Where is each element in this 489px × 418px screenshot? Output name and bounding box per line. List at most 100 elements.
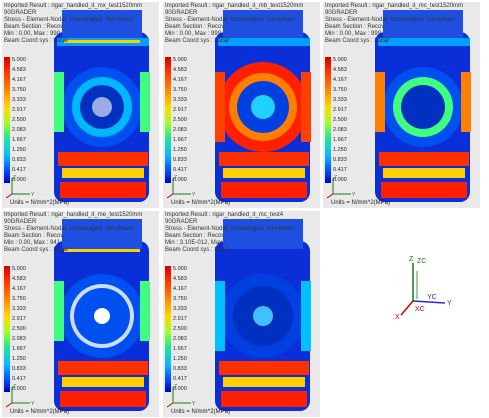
axis-label-x: X [395,314,400,321]
stress-legend: 5.000 4.583 4.167 3.750 3.333 2.917 2.50… [4,266,44,396]
axis-label-z: Z [174,175,177,181]
beam-section: Beam Section : Recov [325,24,385,30]
legend-value: 4.583 [12,276,26,282]
legend-value: 3.750 [12,296,26,302]
min-max: Min : 0.00, Max : 990 [4,31,61,37]
legend-value: 1.667 [173,137,187,143]
min-max: Min : 0.00, Max : 941 [4,240,61,246]
results-grid: Imported Result : rigar_handled_it_mx_te… [0,0,489,418]
stress-legend: 5.000 4.583 4.167 3.750 3.333 2.917 2.50… [4,57,44,187]
axis-label-z: Z [174,384,177,390]
legend-colorbar [165,266,171,392]
beam-section: Beam Section : Recov [165,233,225,239]
coord-sys: Beam Coord sys : Local [165,247,229,253]
axis-label-yc: YC [427,294,437,301]
result-subcase: 90GRADER [165,10,198,16]
coord-sys: Beam Coord sys : Local [4,247,68,253]
units-label: Units = N/mm^2(MPa) [171,200,230,206]
legend-value: 2.500 [333,117,347,123]
legend-value: 1.250 [173,147,187,153]
axis-label-z: Z [13,175,16,181]
axis-label-y: Y [352,192,356,198]
result-subcase: 90GRADER [4,10,37,16]
legend-value: 1.250 [12,147,26,153]
axis-triad: Z Y [166,384,196,408]
result-viewport-2[interactable]: Imported Result : rigar_handled_it_mb_te… [163,2,320,208]
legend-value: 5.000 [333,57,347,63]
beam-section: Beam Section : Recov [4,233,64,239]
legend-value: 0.833 [12,366,26,372]
stress-legend: 5.000 4.583 4.167 3.750 3.333 2.917 2.50… [165,57,205,187]
legend-value: 3.333 [173,306,187,312]
legend-value: 0.833 [333,157,347,163]
legend-value: 4.167 [173,77,187,83]
beam-section: Beam Section : Recov [4,24,64,30]
result-title: Imported Result : rigar_handled_it_me_te… [4,212,143,218]
result-type: Stress - Element-Nodal, Unaveraged, Von-… [165,17,295,23]
legend-value: 2.917 [333,107,347,113]
stress-legend: 5.000 4.583 4.167 3.750 3.333 2.917 2.50… [325,57,365,187]
result-type: Stress - Element-Nodal, Unaveraged, Von-… [4,17,134,23]
coord-sys: Beam Coord sys : Local [4,38,68,44]
result-title: Imported Result : rigar_handled_it_mb_te… [165,3,304,9]
legend-value: 4.583 [333,67,347,73]
legend-value: 3.750 [173,87,187,93]
result-subcase: 90GRADER [4,219,37,225]
axis-label-zc: ZC [417,258,426,265]
legend-value: 5.000 [173,57,187,63]
axis-label-y: Y [192,401,196,407]
result-viewport-3[interactable]: Imported Result : rigar_handled_it_mc_te… [323,2,480,208]
legend-value: 2.083 [12,127,26,133]
result-viewport-1[interactable]: Imported Result : rigar_handled_it_mx_te… [2,2,159,208]
legend-value: 3.750 [333,87,347,93]
min-max: Min : 0.00, Max : 999 [165,31,222,37]
legend-value: 2.500 [12,326,26,332]
legend-value: 4.583 [12,67,26,73]
result-title: Imported Result : rigar_handled_it_mc_te… [165,212,284,218]
legend-value: 0.833 [173,157,187,163]
min-max: Min : 0.00, Max : 999 [325,31,382,37]
min-max: Min : 3.10E-012, Max : [165,240,226,246]
beam-section: Beam Section : Recov [165,24,225,30]
legend-value: 2.917 [12,107,26,113]
legend-value: 1.667 [173,346,187,352]
axis-triad: Z Y [5,384,35,408]
result-viewport-5[interactable]: Imported Result : rigar_handled_it_mc_te… [163,211,320,417]
result-info: Imported Result : rigar_handled_it_mc_te… [325,3,463,45]
result-title: Imported Result : rigar_handled_it_mx_te… [4,3,143,9]
result-info: Imported Result : rigar_handled_it_mb_te… [165,3,303,45]
result-subcase: 90GRADER [165,219,198,225]
legend-value: 1.250 [333,147,347,153]
legend-colorbar [325,57,331,183]
view-triad: ZC Z YC Y XC X [395,256,452,321]
axis-label-y: Y [31,192,35,198]
axis-triad: Z Y [166,175,196,199]
result-type: Stress - Element-Nodal, Unaveraged, Von-… [325,17,455,23]
legend-value: 2.917 [173,107,187,113]
legend-value: 0.833 [12,157,26,163]
result-type: Stress - Element-Nodal, Unaveraged, Von-… [4,226,134,232]
result-type: Stress - Element-Nodal, Unaveraged, Von-… [165,226,295,232]
legend-value: 3.333 [173,97,187,103]
legend-value: 4.167 [173,286,187,292]
legend-colorbar [4,57,10,183]
legend-value: 1.250 [12,356,26,362]
legend-value: 4.167 [333,77,347,83]
legend-value: 2.500 [173,326,187,332]
coord-sys: Beam Coord sys : Local [325,38,389,44]
stress-legend: 5.000 4.583 4.167 3.750 3.333 2.917 2.50… [165,266,205,396]
axis-label-y: Y [31,401,35,407]
axis-triad: Z Y [5,175,35,199]
axis-label-xc: XC [415,306,425,313]
legend-value: 2.083 [173,336,187,342]
legend-value: 5.000 [173,266,187,272]
result-viewport-4[interactable]: Imported Result : rigar_handled_it_me_te… [2,211,159,417]
legend-value: 1.250 [173,356,187,362]
axis-label-z: Z [13,384,16,390]
legend-value: 4.583 [173,276,187,282]
units-label: Units = N/mm^2(MPa) [10,200,69,206]
legend-value: 2.083 [12,336,26,342]
empty-viewport[interactable]: ZC Z YC Y XC X [323,211,480,417]
axis-label-y: Y [192,192,196,198]
legend-value: 1.667 [12,346,26,352]
